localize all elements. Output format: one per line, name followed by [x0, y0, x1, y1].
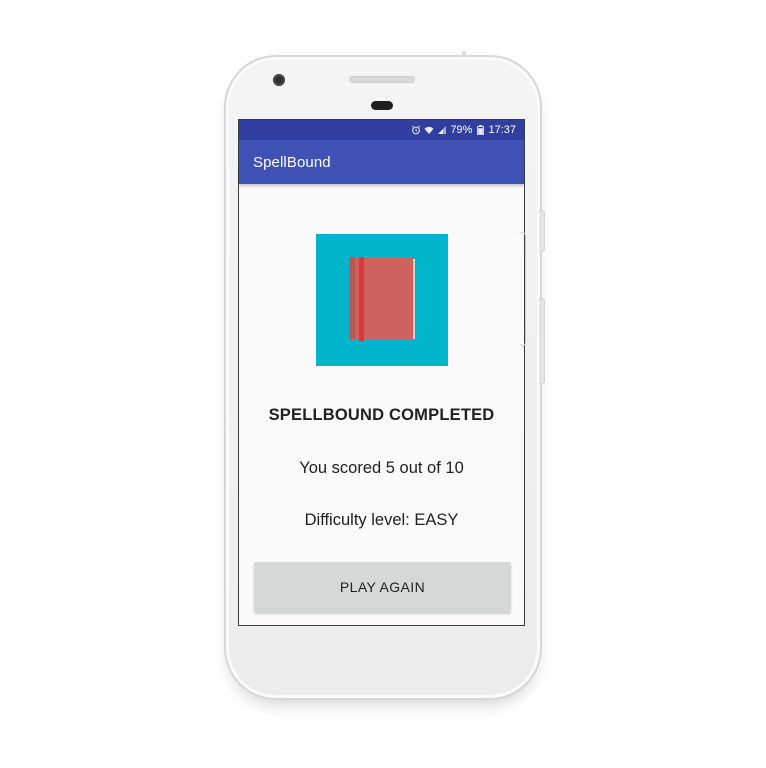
screen-edge-highlight [519, 232, 526, 346]
wifi-icon [424, 125, 434, 135]
battery-percentage: 79% [450, 124, 473, 136]
score-text: You scored 5 out of 10 [299, 459, 464, 477]
book-illustration [316, 234, 448, 366]
earpiece-speaker [349, 76, 415, 83]
status-time: 17:37 [488, 124, 516, 136]
phone-top-edge [462, 51, 466, 57]
battery-icon [475, 125, 485, 135]
play-again-button[interactable]: PLAY AGAIN [254, 562, 511, 612]
app-bar: SpellBound [239, 140, 524, 184]
status-bar: 79% 17:37 [239, 120, 524, 140]
device-mockup: 79% 17:37 SpellBound SPELLBOUND COMPLETE… [0, 0, 766, 768]
volume-button[interactable] [539, 298, 545, 384]
alarm-icon [411, 125, 421, 135]
signal-icon [437, 125, 447, 135]
proximity-sensor [371, 101, 393, 110]
phone-screen: 79% 17:37 SpellBound SPELLBOUND COMPLETE… [238, 119, 525, 626]
front-camera [273, 74, 285, 86]
app-title: SpellBound [253, 153, 331, 171]
power-button[interactable] [539, 210, 545, 252]
result-screen: SPELLBOUND COMPLETED You scored 5 out of… [239, 184, 524, 625]
completion-heading: SPELLBOUND COMPLETED [268, 406, 495, 424]
book-icon [349, 257, 415, 341]
difficulty-level-text: Difficulty level: EASY [304, 511, 459, 529]
